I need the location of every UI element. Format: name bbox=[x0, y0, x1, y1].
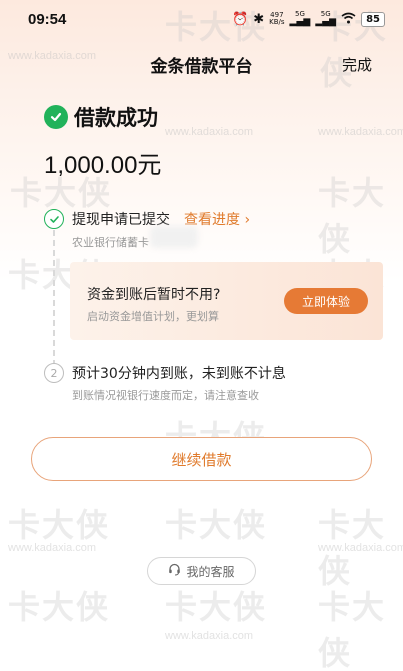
headset-icon bbox=[168, 563, 181, 579]
check-circle-icon bbox=[44, 105, 68, 129]
step-2-number-badge: 2 bbox=[44, 363, 64, 383]
timeline-connector bbox=[53, 230, 55, 366]
signal-2-icon: ▂▄▆ bbox=[315, 17, 337, 27]
signal-1: 5G ▂▄▆ bbox=[290, 11, 311, 27]
page-title: 金条借款平台 bbox=[150, 56, 253, 77]
watermark-url: www.kadaxia.com bbox=[318, 542, 403, 554]
signal-1-icon: ▂▄▆ bbox=[289, 17, 311, 27]
network-speed: 497 KB/s bbox=[269, 12, 284, 26]
nav-bar: 金条借款平台 完成 bbox=[0, 44, 403, 84]
try-now-button[interactable]: 立即体验 bbox=[284, 288, 368, 314]
loan-amount: 1,000.00元 bbox=[44, 152, 162, 179]
watermark-url: www.kadaxia.com bbox=[8, 542, 97, 554]
promo-subtitle: 启动资金增值计划，更划算 bbox=[87, 310, 219, 323]
step-done-check-icon bbox=[44, 209, 64, 229]
status-bar: 09:54 ⏰ ✱ 497 KB/s 5G ▂▄▆ 5G ▂▄▆ 85 bbox=[0, 0, 403, 38]
alarm-icon: ⏰ bbox=[232, 11, 249, 27]
watermark-text: 卡大侠 bbox=[165, 506, 268, 544]
customer-service-label: 我的客服 bbox=[186, 564, 235, 579]
bluetooth-icon: ✱ bbox=[253, 11, 265, 27]
watermark-text: 卡大侠 bbox=[318, 174, 387, 258]
continue-borrowing-button[interactable]: 继续借款 bbox=[31, 437, 372, 481]
watermark-url: www.kadaxia.com bbox=[165, 630, 254, 642]
promo-card: 资金到账后暂时不用? 启动资金增值计划，更划算 立即体验 bbox=[70, 262, 383, 340]
watermark-url: www.kadaxia.com bbox=[165, 126, 254, 138]
promo-title: 资金到账后暂时不用? bbox=[87, 287, 221, 303]
watermark-text: 卡大侠 bbox=[8, 506, 111, 544]
success-header: 借款成功 bbox=[44, 102, 158, 132]
battery-indicator: 85 bbox=[361, 11, 385, 27]
watermark-text: 卡大侠 bbox=[318, 506, 387, 590]
step-2-subtitle: 到账情况视银行速度而定，请注意查收 bbox=[72, 389, 259, 402]
step-2-title: 预计30分钟内到账，未到账不计息 bbox=[72, 366, 286, 382]
success-title: 借款成功 bbox=[74, 106, 158, 130]
done-button[interactable]: 完成 bbox=[342, 54, 372, 75]
step-1-bank-card: 农业银行储蓄卡 bbox=[72, 236, 149, 249]
watermark-url: www.kadaxia.com bbox=[318, 126, 403, 138]
card-number-mask bbox=[150, 226, 198, 248]
customer-service-button[interactable]: 我的客服 bbox=[147, 557, 256, 585]
watermark-text: 卡大侠 bbox=[165, 588, 268, 626]
network-speed-unit: KB/s bbox=[269, 18, 285, 26]
wifi-icon bbox=[341, 12, 356, 27]
watermark-text: 卡大侠 bbox=[8, 588, 111, 626]
status-time: 09:54 bbox=[28, 10, 67, 28]
status-icons: ⏰ ✱ 497 KB/s 5G ▂▄▆ 5G ▂▄▆ 85 bbox=[232, 11, 385, 27]
watermark-text: 卡大侠 bbox=[318, 588, 387, 671]
signal-2: 5G ▂▄▆ bbox=[315, 11, 336, 27]
